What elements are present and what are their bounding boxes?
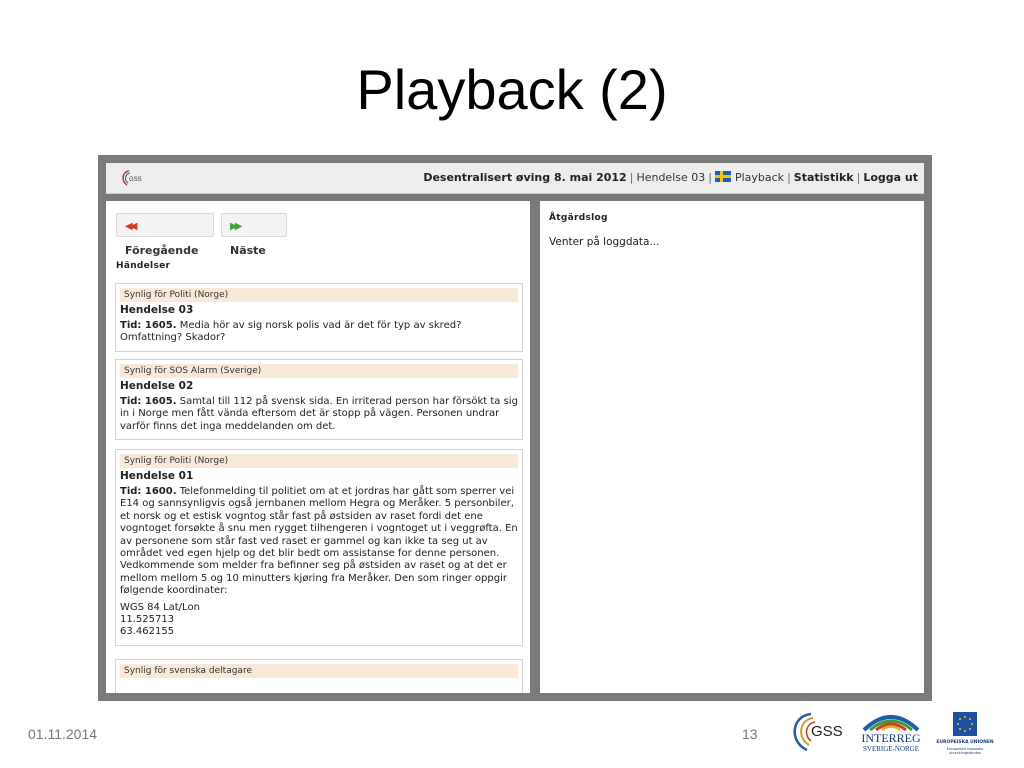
- event-title: Hendelse 01: [120, 470, 194, 482]
- eu-sublabel: Europeiska regionala utvecklingsfonden: [946, 747, 984, 755]
- coordinate-label: WGS 84 Lat/Lon: [120, 601, 200, 613]
- event-text: Tid: 1605. Media hör av sig norsk polis …: [120, 320, 518, 345]
- nav-statistics-link[interactable]: Statistikk: [794, 171, 854, 184]
- nav-playback-link[interactable]: Playback: [735, 171, 784, 184]
- sweden-flag-icon: [714, 171, 731, 182]
- event-card: Synlig för Politi (Norge) Hendelse 01 Ti…: [115, 449, 523, 646]
- event-text: Tid: 1605. Samtal till 112 på svensk sid…: [120, 396, 518, 433]
- slide-date: 01.11.2014: [28, 726, 98, 742]
- event-time: Tid: 1605.: [120, 396, 177, 407]
- events-panel: ◀◀ Föregående ▶▶ Näste Händelser Synlig …: [106, 201, 530, 693]
- event-card: Synlig för Politi (Norge) Hendelse 03 Ti…: [115, 283, 523, 352]
- event-body: Samtal till 112 på svensk sida. En irrit…: [120, 396, 518, 432]
- nav-separator: |: [708, 171, 712, 184]
- playback-app-window: GSS Desentralisert øving 8. mai 2012 | Hen…: [98, 155, 932, 701]
- double-left-arrow-icon: ◀◀: [125, 221, 138, 232]
- nav-logout-link[interactable]: Logga ut: [863, 171, 918, 184]
- interreg-label: INTERREG: [861, 731, 921, 745]
- eu-label: EUROPEISKA UNIONEN: [936, 740, 994, 745]
- event-coordinates: WGS 84 Lat/Lon 11.525713 63.462155: [120, 602, 518, 639]
- event-body: Telefonmelding til politiet om at et jor…: [120, 486, 518, 597]
- event-card: Synlig för SOS Alarm (Sverige) Hendelse …: [115, 359, 523, 441]
- next-button[interactable]: ▶▶ Näste: [221, 213, 287, 257]
- nav-separator: |: [629, 171, 634, 184]
- action-log-panel: Åtgärdslog Venter på loggdata...: [540, 201, 924, 693]
- coordinate-lat: 11.525713: [120, 614, 175, 626]
- action-log-heading: Åtgärdslog: [549, 213, 608, 223]
- event-time: Tid: 1600.: [120, 486, 177, 497]
- event-title: Hendelse 03: [120, 304, 194, 316]
- coordinate-lon: 63.462155: [120, 626, 175, 638]
- event-visibility: Synlig för svenska deltagare: [120, 664, 518, 678]
- event-visibility: Synlig för Politi (Norge): [120, 288, 518, 302]
- header-logo-text: GSS: [129, 177, 142, 183]
- eu-stars-icon: [953, 712, 977, 736]
- app-header: GSS Desentralisert øving 8. mai 2012 | Hen…: [106, 163, 924, 194]
- interreg-sublabel: SVERIGE-NORGE: [863, 745, 919, 753]
- gss-footer-text: GSS: [811, 723, 843, 740]
- event-time: Tid: 1605.: [120, 320, 177, 331]
- previous-button-label: Föregående: [125, 244, 199, 257]
- previous-button[interactable]: ◀◀ Föregående: [116, 213, 214, 257]
- nav-incident-link[interactable]: Hendelse 03: [636, 171, 705, 184]
- event-card: Synlig för svenska deltagare: [115, 659, 523, 693]
- double-right-arrow-icon: ▶▶: [230, 221, 243, 232]
- eu-logo: EUROPEISKA UNIONEN Europeiska regionala …: [932, 710, 998, 756]
- next-button-label: Näste: [230, 244, 266, 257]
- header-nav: Desentralisert øving 8. mai 2012 | Hendels…: [423, 171, 918, 185]
- action-log-status: Venter på loggdata...: [549, 236, 660, 248]
- nav-separator: |: [787, 171, 791, 184]
- interreg-arc-icon: [862, 715, 920, 732]
- event-visibility: Synlig för SOS Alarm (Sverige): [120, 364, 518, 378]
- slide-page-number: 13: [742, 726, 758, 742]
- slide-title: Playback (2): [356, 58, 668, 121]
- exercise-title: Desentralisert øving 8. mai 2012: [423, 171, 627, 184]
- event-title: Hendelse 02: [120, 380, 194, 392]
- gss-footer-logo: GSS: [793, 712, 843, 752]
- interreg-logo: INTERREG SVERIGE-NORGE: [856, 710, 926, 756]
- events-heading: Händelser: [116, 261, 171, 271]
- gss-logo-icon: GSS: [122, 170, 142, 186]
- event-visibility: Synlig för Politi (Norge): [120, 454, 518, 468]
- nav-separator: |: [856, 171, 861, 184]
- event-text: Tid: 1600. Telefonmelding til politiet o…: [120, 486, 518, 598]
